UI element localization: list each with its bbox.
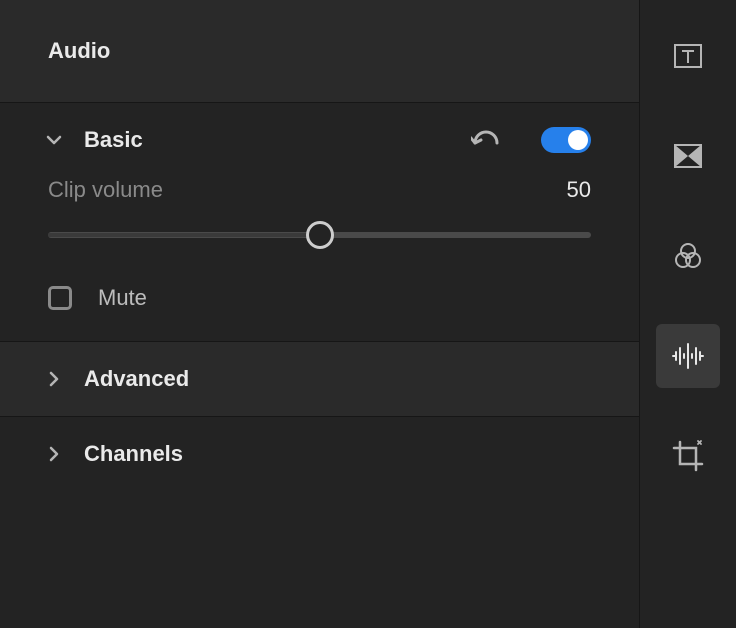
audio-panel: Audio Basic Clip volume 50 <box>0 0 640 628</box>
transitions-icon <box>673 141 703 171</box>
transitions-tool[interactable] <box>656 124 720 188</box>
mute-label: Mute <box>98 285 147 311</box>
panel-title: Audio <box>0 0 639 103</box>
section-basic-header[interactable]: Basic <box>0 103 639 177</box>
clip-volume-label: Clip volume <box>48 177 163 203</box>
crop-tool[interactable] <box>656 424 720 488</box>
color-icon <box>673 241 703 271</box>
section-channels-header[interactable]: Channels <box>0 417 639 491</box>
chevron-down-icon <box>44 130 64 150</box>
chevron-right-icon <box>44 444 64 464</box>
audio-icon <box>671 342 705 370</box>
section-basic-body: Clip volume 50 Mute <box>0 177 639 341</box>
clip-volume-value[interactable]: 50 <box>567 177 591 203</box>
section-advanced-header[interactable]: Advanced <box>0 342 639 416</box>
color-tool[interactable] <box>656 224 720 288</box>
audio-tool[interactable] <box>656 324 720 388</box>
section-advanced-title: Advanced <box>84 366 591 392</box>
clip-volume-slider[interactable] <box>48 221 591 249</box>
section-advanced: Advanced <box>0 342 639 417</box>
crop-icon <box>672 440 704 472</box>
section-basic-title: Basic <box>84 127 451 153</box>
section-basic: Basic Clip volume 50 Mute <box>0 103 639 342</box>
section-channels: Channels <box>0 417 639 491</box>
reset-icon[interactable] <box>471 130 501 150</box>
mute-checkbox[interactable] <box>48 286 72 310</box>
section-basic-toggle[interactable] <box>541 127 591 153</box>
section-channels-title: Channels <box>84 441 591 467</box>
right-rail <box>640 0 736 628</box>
titles-tool[interactable] <box>656 24 720 88</box>
chevron-right-icon <box>44 369 64 389</box>
slider-thumb[interactable] <box>306 221 334 249</box>
titles-icon <box>673 41 703 71</box>
